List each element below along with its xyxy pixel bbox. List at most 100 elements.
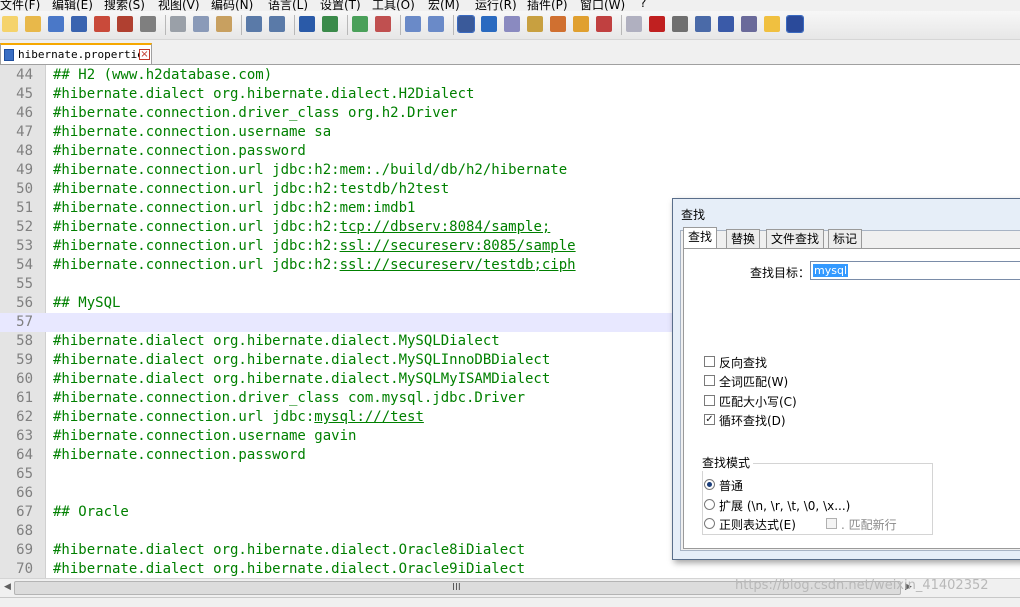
line-number: 59 (16, 352, 33, 368)
code-line[interactable]: 45 #hibernate.dialect org.hibernate.diale… (0, 85, 1020, 104)
search-input[interactable]: mysql (810, 261, 1020, 280)
file-icon (4, 49, 14, 61)
line-number: 47 (16, 124, 33, 140)
run-macro-multiple-icon[interactable] (718, 16, 734, 32)
code-line[interactable]: 46 #hibernate.connection.driver_class org… (0, 104, 1020, 123)
tab-replace[interactable]: 替换 (726, 229, 761, 249)
code-line[interactable]: 50 #hibernate.connection.url jdbc:h2:test… (0, 180, 1020, 199)
line-number: 65 (16, 466, 33, 482)
code-text: #hibernate.connection.username sa (53, 124, 332, 140)
udl-icon[interactable] (527, 16, 543, 32)
open-file-icon[interactable] (25, 16, 41, 32)
tab-find-in-files[interactable]: 文件查找 (766, 229, 825, 249)
menu-item-3[interactable]: 视图(V) (158, 0, 200, 11)
menu-item-6[interactable]: 设置(T) (320, 0, 361, 11)
replace-icon[interactable] (322, 16, 338, 32)
save-macro-icon[interactable] (741, 16, 757, 32)
radio-extended[interactable] (704, 499, 715, 510)
undo-icon[interactable] (246, 16, 262, 32)
folder-workspace-icon[interactable] (596, 16, 612, 32)
code-link[interactable]: mysql:///test (314, 409, 424, 425)
line-text: #hibernate.connection.password (53, 447, 306, 463)
line-number: 66 (16, 485, 33, 501)
checkbox-match-case[interactable] (704, 395, 715, 406)
copy-icon[interactable] (193, 16, 209, 32)
code-text: #hibernate.dialect org.hibernate.dialect… (53, 542, 526, 558)
zoom-in-icon[interactable] (352, 16, 368, 32)
code-text: #hibernate.connection.url jdbc:h2: (53, 219, 340, 235)
cut-icon[interactable] (170, 16, 186, 32)
record-macro-icon[interactable] (649, 16, 665, 32)
stop-macro-icon[interactable] (672, 16, 688, 32)
word-wrap-icon[interactable] (457, 15, 475, 33)
code-line[interactable]: 47 #hibernate.connection.username sa (0, 123, 1020, 142)
abc-icon[interactable] (786, 15, 804, 33)
find-icon[interactable] (299, 16, 315, 32)
menu-item-1[interactable]: 编辑(E) (52, 0, 93, 11)
search-mode-label: 查找模式 (702, 454, 754, 471)
new-file-icon[interactable] (2, 16, 18, 32)
save-icon[interactable] (48, 16, 64, 32)
tab-hibernate-properties[interactable]: hibernate.properties × (0, 43, 152, 64)
menu-item-0[interactable]: 文件(F) (0, 0, 40, 11)
line-text: #hibernate.connection.username sa (53, 124, 331, 140)
menu-bar: 文件(F) 编辑(E) 搜索(S) 视图(V) 编码(N) 语言(L) 设置(T) 工具(O)… (0, 0, 1020, 11)
tab-mark[interactable]: 标记 (828, 229, 863, 249)
menu-item-9[interactable]: 运行(R) (475, 0, 517, 11)
radio-normal[interactable] (704, 479, 715, 490)
close-icon[interactable] (94, 16, 110, 32)
line-text: #hibernate.connection.url jdbc:h2:mem:./… (53, 162, 567, 178)
code-link[interactable]: ssl://secureserv/testdb;ciph (340, 257, 576, 273)
code-link[interactable]: ssl://secureserv:8085/sample (340, 238, 576, 254)
radio-regex[interactable] (704, 518, 715, 529)
line-text: ## MySQL (53, 295, 120, 311)
line-text: #hibernate.connection.driver_class com.m… (53, 390, 525, 406)
menu-item-12[interactable]: ? (640, 0, 646, 10)
search-label: 查找目标： (750, 266, 811, 280)
code-line[interactable]: 70 #hibernate.dialect org.hibernate.diale… (0, 560, 1020, 578)
save-all-icon[interactable] (71, 16, 87, 32)
scroll-left-icon[interactable]: ◀ (2, 582, 13, 593)
play-macro-icon[interactable] (695, 16, 711, 32)
zoom-out-icon[interactable] (375, 16, 391, 32)
code-line[interactable]: 44 ## H2 (www.h2database.com) (0, 66, 1020, 85)
menu-item-7[interactable]: 工具(O) (372, 0, 415, 11)
line-number: 45 (16, 86, 33, 102)
paste-icon[interactable] (216, 16, 232, 32)
menu-item-5[interactable]: 语言(L) (268, 0, 308, 11)
tab-find[interactable]: 查找 (683, 227, 718, 249)
line-text: #hibernate.connection.driver_class org.h… (53, 105, 458, 121)
toolbar (0, 11, 1020, 40)
menu-item-2[interactable]: 搜索(S) (104, 0, 145, 11)
menu-item-10[interactable]: 插件(P) (527, 0, 568, 11)
print-icon[interactable] (140, 16, 156, 32)
checkbox-backward[interactable] (704, 356, 715, 367)
indent-guide-icon[interactable] (504, 16, 520, 32)
dialog-body: 查找 替换 文件查找 标记 查找目标： mysql 反向查找 全词匹配(W) 匹… (680, 227, 1020, 551)
line-text: #hibernate.connection.url jdbc:h2:mem:im… (53, 200, 415, 216)
doc-map-icon[interactable] (550, 16, 566, 32)
redo-icon[interactable] (269, 16, 285, 32)
menu-item-4[interactable]: 编码(N) (211, 0, 253, 11)
tab-close-icon[interactable]: × (139, 49, 150, 60)
line-text: #hibernate.connection.url jdbc:h2:testdb… (53, 181, 449, 197)
code-line[interactable]: 48 #hibernate.connection.password (0, 142, 1020, 161)
code-line[interactable]: 49 #hibernate.connection.url jdbc:h2:mem:… (0, 161, 1020, 180)
checkbox-wrap-around[interactable]: ✓ (704, 414, 715, 425)
function-list-icon[interactable] (573, 16, 589, 32)
menu-item-8[interactable]: 宏(M) (428, 0, 460, 11)
show-all-chars-icon[interactable] (481, 16, 497, 32)
line-text: #hibernate.dialect org.hibernate.dialect… (53, 561, 525, 577)
line-text: #hibernate.connection.username gavin (53, 428, 356, 444)
sync-h-icon[interactable] (428, 16, 444, 32)
sync-v-icon[interactable] (405, 16, 421, 32)
menu-item-11[interactable]: 窗口(W) (580, 0, 625, 11)
close-all-icon[interactable] (117, 16, 133, 32)
checkbox-dot-matches-newline[interactable] (826, 518, 837, 529)
tab-bar: hibernate.properties × (0, 40, 1020, 65)
monitor-icon[interactable] (626, 16, 642, 32)
code-link[interactable]: tcp://dbserv:8084/sample; (340, 219, 551, 235)
spell-check-icon[interactable] (764, 16, 780, 32)
toolbar-separator (165, 15, 166, 35)
checkbox-whole-word[interactable] (704, 375, 715, 386)
